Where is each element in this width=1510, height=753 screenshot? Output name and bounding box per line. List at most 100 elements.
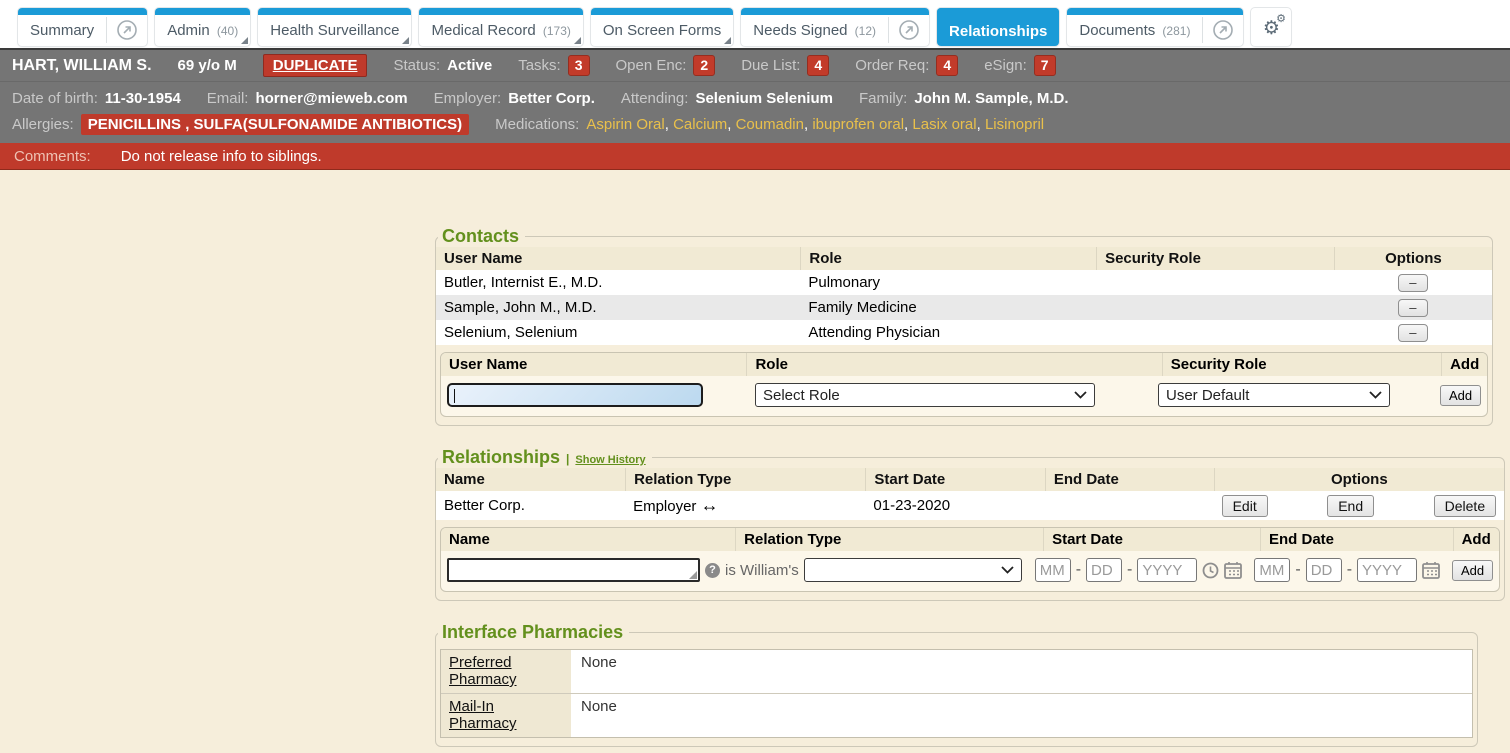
tab-relationships[interactable]: Relationships [937, 8, 1059, 46]
contacts-table: User Name Role Security Role Options But… [436, 247, 1492, 345]
dropdown-fold-icon [724, 37, 731, 44]
gears-icon: ⚙⚙ [1263, 19, 1280, 38]
contact-row: Sample, John M., M.D. Family Medicine – [436, 295, 1492, 320]
col-relation-type: Relation Type [625, 468, 865, 491]
due-list-badge[interactable]: 4 [807, 55, 829, 76]
add-contact-button[interactable]: Add [1440, 385, 1481, 406]
security-role-select[interactable]: User Default [1158, 383, 1390, 407]
remove-contact-button[interactable]: – [1398, 324, 1428, 342]
dob-label: Date of birth: [12, 90, 98, 107]
relationship-name-input[interactable] [447, 558, 700, 582]
medication-link[interactable]: Lasix oral [912, 116, 985, 133]
delete-relationship-button[interactable]: Delete [1434, 495, 1496, 517]
patient-age-sex: 69 y/o M [178, 57, 237, 74]
role-select-value: Select Role [763, 387, 840, 404]
contact-security-role [1096, 281, 1334, 285]
order-req-badge[interactable]: 4 [936, 55, 958, 76]
tab-label: Summary [18, 14, 106, 41]
relation-type-select[interactable] [804, 558, 1022, 582]
contact-role: Pulmonary [800, 272, 1096, 293]
remove-contact-button[interactable]: – [1398, 274, 1428, 292]
medications-label: Medications: [495, 116, 579, 133]
tab-label: Documents [1079, 22, 1155, 39]
tab-label: Admin [167, 22, 210, 39]
start-date-dd-input[interactable] [1086, 558, 1122, 582]
popup-icon[interactable] [1203, 11, 1243, 43]
tasks-label: Tasks: [518, 57, 561, 74]
remove-contact-button[interactable]: – [1398, 299, 1428, 317]
preferred-pharmacy-link[interactable]: Preferred Pharmacy [449, 654, 517, 688]
comments-bar: Comments: Do not release info to sibling… [0, 143, 1510, 170]
help-icon[interactable]: ? [705, 563, 720, 578]
col-user-name: User Name [441, 353, 746, 376]
resize-grip-icon [689, 571, 697, 579]
tab-needs-signed[interactable]: Needs Signed (12) [741, 8, 929, 46]
tab-medical-record[interactable]: Medical Record (173) [419, 8, 582, 46]
text-caret [454, 389, 455, 403]
calendar-icon[interactable] [1422, 561, 1440, 579]
end-relationship-button[interactable]: End [1327, 495, 1374, 517]
relationship-end-date [1045, 504, 1214, 508]
duplicate-flag[interactable]: DUPLICATE [263, 54, 368, 77]
tab-label: On Screen Forms [591, 14, 733, 41]
contact-row: Butler, Internist E., M.D. Pulmonary – [436, 270, 1492, 295]
tab-admin[interactable]: Admin (40) [155, 8, 250, 46]
open-enc-badge[interactable]: 2 [693, 55, 715, 76]
date-separator: - [1076, 561, 1081, 579]
medication-link[interactable]: Coumadin [736, 116, 813, 133]
attending-label: Attending: [621, 90, 689, 107]
date-separator: - [1347, 561, 1352, 579]
mail-in-pharmacy-link[interactable]: Mail-In Pharmacy [449, 698, 517, 732]
add-relationship-form: Name Relation Type Start Date End Date A… [440, 527, 1500, 592]
popup-icon[interactable] [889, 11, 929, 43]
preferred-pharmacy-value: None [571, 650, 1472, 693]
start-date-mm-input[interactable] [1035, 558, 1071, 582]
tasks-badge[interactable]: 3 [568, 55, 590, 76]
col-role: Role [800, 247, 1096, 270]
tab-health-surveillance[interactable]: Health Surveillance [258, 8, 411, 46]
relationships-table: Name Relation Type Start Date End Date O… [436, 468, 1504, 520]
role-select[interactable]: Select Role [755, 383, 1095, 407]
employer-label: Employer: [434, 90, 502, 107]
medication-link[interactable]: Calcium [673, 116, 736, 133]
col-name: Name [436, 468, 625, 491]
col-relation-type: Relation Type [735, 528, 1043, 551]
esign-badge[interactable]: 7 [1034, 55, 1056, 76]
relationship-row: Better Corp. Employer ↔ 01-23-2020 Edit … [436, 491, 1504, 520]
end-date-yyyy-input[interactable] [1357, 558, 1417, 582]
edit-relationship-button[interactable]: Edit [1222, 495, 1268, 517]
tab-settings[interactable]: ⚙⚙ [1251, 8, 1291, 46]
chart-tab-bar: Summary Admin (40) Health Surveillance M… [0, 0, 1510, 48]
legend-pipe: | [566, 452, 569, 466]
patient-details-bar: Date of birth:11-30-1954 Email:horner@mi… [0, 81, 1510, 143]
popup-icon[interactable] [107, 11, 147, 43]
chevron-down-icon [1001, 566, 1014, 574]
start-date-yyyy-input[interactable] [1137, 558, 1197, 582]
end-date-dd-input[interactable] [1306, 558, 1342, 582]
col-add: Add [1453, 528, 1500, 551]
add-relationship-inputs: ? is William's - - [441, 551, 1499, 591]
date-separator: - [1295, 561, 1300, 579]
dropdown-fold-icon [241, 37, 248, 44]
medication-link[interactable]: Aspirin Oral [586, 116, 673, 133]
medications-list: Aspirin OralCalciumCoumadinibuprofen ora… [586, 116, 1044, 133]
contact-row: Selenium, Selenium Attending Physician – [436, 320, 1492, 345]
medication-link[interactable]: ibuprofen oral [812, 116, 912, 133]
relationship-type: Employer ↔ [625, 494, 865, 517]
medication-link[interactable]: Lisinopril [985, 116, 1044, 133]
tab-label: Health Surveillance [258, 14, 411, 41]
contact-user-name: Selenium, Selenium [436, 322, 800, 343]
add-relationship-button[interactable]: Add [1452, 560, 1493, 581]
allergies-alert[interactable]: PENICILLINS , SULFA(SULFONAMIDE ANTIBIOT… [81, 114, 469, 135]
comments-label: Comments: [14, 148, 91, 165]
calendar-icon[interactable] [1224, 561, 1242, 579]
tab-documents[interactable]: Documents (281) [1067, 8, 1243, 46]
tab-count: (12) [855, 24, 876, 38]
patient-name: HART, WILLIAM S. [12, 57, 152, 75]
time-picker-icon[interactable] [1202, 562, 1219, 579]
tab-summary[interactable]: Summary [18, 8, 147, 46]
contact-user-name-input[interactable] [447, 383, 703, 407]
show-history-link[interactable]: Show History [575, 454, 645, 466]
tab-on-screen-forms[interactable]: On Screen Forms [591, 8, 733, 46]
end-date-mm-input[interactable] [1254, 558, 1290, 582]
